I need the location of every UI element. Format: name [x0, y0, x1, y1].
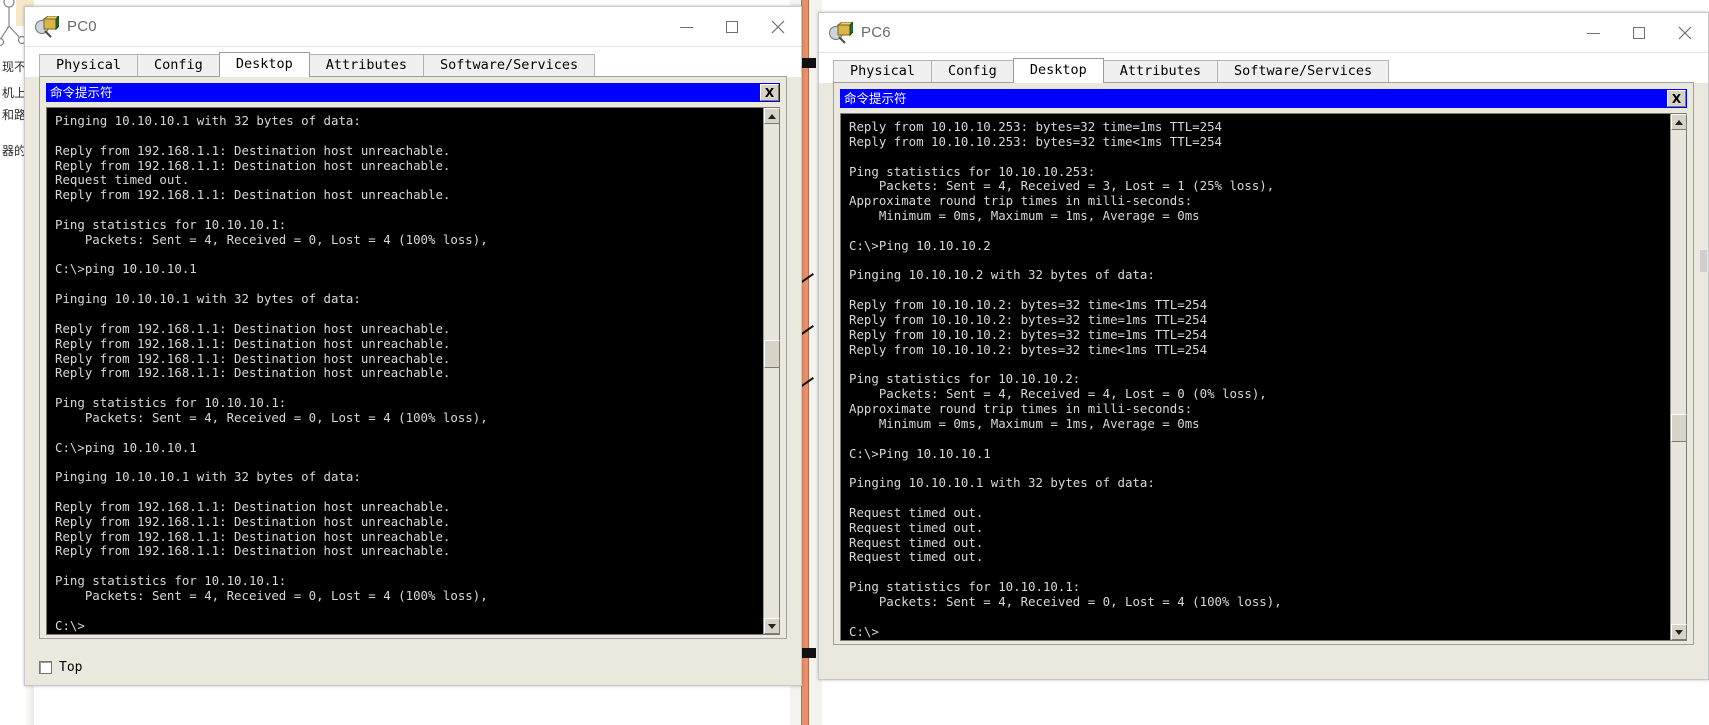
tab-config[interactable]: Config [137, 54, 220, 77]
tab-desktop[interactable]: Desktop [1012, 58, 1104, 83]
terminal-output-pc6[interactable]: Reply from 10.10.10.253: bytes=32 time=1… [841, 114, 1670, 640]
desktop-panel-pc0: 命令提示符 X Pinging 10.10.10.1 with 32 bytes… [39, 76, 787, 639]
desktop-panel-pc6: 命令提示符 X Reply from 10.10.10.253: bytes=3… [833, 82, 1694, 645]
scroll-up-arrow-icon[interactable] [1671, 114, 1687, 130]
command-prompt-title: 命令提示符 [50, 85, 113, 100]
close-icon[interactable] [1662, 13, 1708, 53]
scroll-up-arrow-icon[interactable] [764, 108, 780, 124]
tab-software-services[interactable]: Software/Services [423, 54, 596, 77]
bg-text-line-4: 器的 [2, 144, 27, 158]
command-prompt-titlebar-pc0[interactable]: 命令提示符 X [46, 83, 780, 102]
window-body-pc0: Physical Config Desktop Attributes Softw… [25, 47, 801, 685]
maximize-icon[interactable] [709, 7, 755, 47]
scroll-down-arrow-icon[interactable] [1671, 624, 1687, 640]
pc-device-icon [829, 20, 855, 44]
terminal-area-pc0: Pinging 10.10.10.1 with 32 bytes of data… [46, 107, 780, 635]
tab-physical[interactable]: Physical [39, 54, 139, 77]
pc-device-icon [35, 14, 61, 38]
network-link-line [801, 0, 809, 725]
scrollbar-thumb[interactable] [1671, 414, 1687, 442]
tab-config[interactable]: Config [931, 60, 1014, 83]
command-prompt-close-button[interactable]: X [760, 84, 779, 101]
terminal-scrollbar-pc6[interactable] [1670, 114, 1687, 640]
tab-software-services[interactable]: Software/Services [1217, 60, 1390, 83]
command-prompt-titlebar-pc6[interactable]: 命令提示符 X [840, 89, 1687, 108]
minimize-icon[interactable] [1570, 13, 1616, 53]
command-prompt-title: 命令提示符 [844, 91, 907, 106]
titlebar-pc6[interactable]: PC6 [819, 13, 1708, 53]
command-prompt-window-pc6: 命令提示符 X Reply from 10.10.10.253: bytes=3… [840, 89, 1687, 641]
device-window-pc0[interactable]: PC0 Physical Config Desktop Attributes S… [24, 6, 802, 686]
top-checkbox-label: Top [59, 660, 83, 675]
tabstrip-pc6: Physical Config Desktop Attributes Softw… [819, 53, 1708, 83]
bg-text-line-3: 和路 [2, 108, 27, 122]
window-body-pc6: Physical Config Desktop Attributes Softw… [819, 53, 1708, 679]
window-controls-pc6 [1570, 13, 1708, 53]
top-checkbox-box[interactable] [39, 661, 52, 674]
device-window-pc6[interactable]: PC6 Physical Config Desktop Attributes S… [818, 12, 1709, 680]
tab-attributes[interactable]: Attributes [308, 54, 424, 77]
titlebar-pc0[interactable]: PC0 [25, 7, 801, 47]
terminal-area-pc6: Reply from 10.10.10.253: bytes=32 time=1… [840, 113, 1687, 641]
minimize-icon[interactable] [663, 7, 709, 47]
maximize-icon[interactable] [1616, 13, 1662, 53]
tabstrip-pc0: Physical Config Desktop Attributes Softw… [25, 47, 801, 77]
bg-text-line-2: 机上 [2, 86, 27, 100]
command-prompt-close-button[interactable]: X [1667, 90, 1686, 107]
tab-desktop[interactable]: Desktop [218, 52, 310, 77]
terminal-scrollbar-pc0[interactable] [763, 108, 780, 634]
top-checkbox-pc0[interactable]: Top [39, 660, 82, 675]
command-prompt-window-pc0: 命令提示符 X Pinging 10.10.10.1 with 32 bytes… [46, 83, 780, 635]
tab-physical[interactable]: Physical [833, 60, 933, 83]
bg-text-line-1: 现不 [2, 60, 27, 74]
scrollbar-thumb[interactable] [764, 340, 780, 368]
terminal-output-pc0[interactable]: Pinging 10.10.10.1 with 32 bytes of data… [47, 108, 763, 634]
window-title-pc6: PC6 [861, 24, 891, 41]
window-title-pc0: PC0 [67, 18, 97, 35]
scroll-down-arrow-icon[interactable] [764, 618, 780, 634]
close-icon[interactable] [755, 7, 801, 47]
background-scrollbar-mark [1700, 250, 1707, 272]
window-controls-pc0 [663, 7, 801, 47]
tab-attributes[interactable]: Attributes [1102, 60, 1218, 83]
